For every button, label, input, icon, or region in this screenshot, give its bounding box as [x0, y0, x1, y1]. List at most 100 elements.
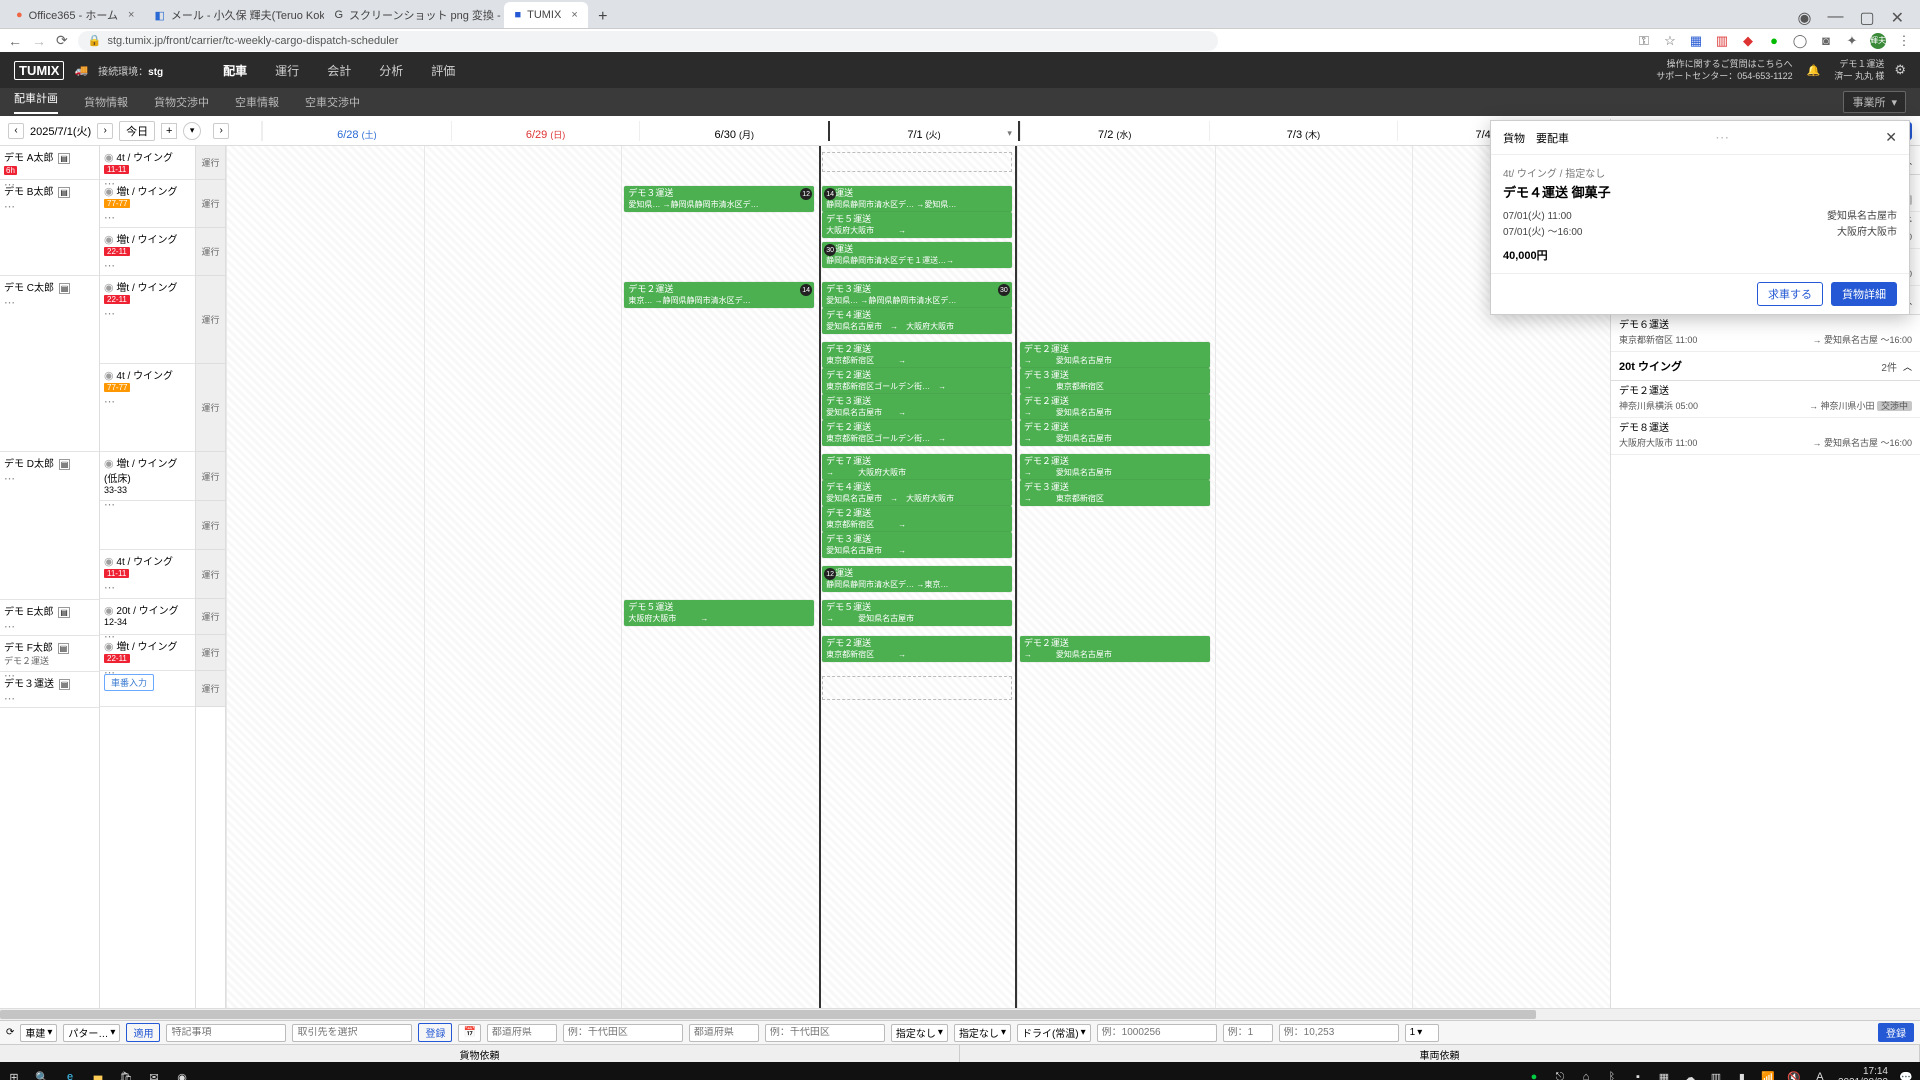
- check-icon[interactable]: ◉: [104, 282, 114, 294]
- more-icon[interactable]: ⋯: [104, 259, 191, 272]
- city-input-2[interactable]: [765, 1024, 885, 1042]
- partner-input[interactable]: [292, 1024, 412, 1042]
- horizontal-scrollbar[interactable]: [0, 1008, 1920, 1020]
- cargo-block[interactable]: デモ５運送→ 愛知県名古屋市: [822, 600, 1012, 626]
- new-tab-button[interactable]: +: [592, 6, 614, 28]
- key-icon[interactable]: ⚿: [1636, 33, 1652, 49]
- bell-icon[interactable]: 🔔: [1807, 64, 1821, 77]
- city-input-1[interactable]: [563, 1024, 683, 1042]
- nav-analysis[interactable]: 分析: [379, 62, 403, 79]
- volume-icon[interactable]: 🔇: [1786, 1071, 1802, 1080]
- ext-icon[interactable]: ◯: [1792, 33, 1808, 49]
- office-dropdown[interactable]: 事業所▾: [1843, 91, 1906, 113]
- more-icon[interactable]: ⋯: [4, 620, 95, 633]
- cargo-block[interactable]: デモ２運送→ 愛知県名古屋市: [1020, 454, 1210, 480]
- tab-office365[interactable]: ●Office365 - ホーム×: [6, 2, 144, 28]
- pdf-icon[interactable]: ▥: [1714, 33, 1730, 49]
- check-icon[interactable]: ◉: [104, 370, 114, 382]
- cargo-block[interactable]: ３運送静岡県静岡市清水区デ… →東京…12: [822, 566, 1012, 592]
- submit-button[interactable]: 登録: [1878, 1023, 1914, 1042]
- tab-tumix[interactable]: ■TUMIX×: [504, 2, 587, 28]
- more-icon[interactable]: ⋯: [104, 211, 191, 224]
- scroll-right-button[interactable]: ›: [213, 123, 229, 139]
- more-icon[interactable]: ⋯: [104, 307, 191, 320]
- clock[interactable]: 17:142021/08/22: [1838, 1066, 1888, 1080]
- date-column[interactable]: 6/29 (日): [451, 121, 640, 141]
- cargo-block[interactable]: デモ２運送東京都新宿区 →: [822, 342, 1012, 368]
- bottom-tab-vehicle[interactable]: 車両依頼: [960, 1045, 1920, 1062]
- subnav-plan[interactable]: 配車計画: [14, 90, 58, 114]
- star-icon[interactable]: ☆: [1662, 33, 1678, 49]
- dropdown-button[interactable]: ▾: [183, 122, 201, 140]
- cargo-block[interactable]: デモ７運送→ 大阪府大阪市: [822, 454, 1012, 480]
- cargo-block[interactable]: デモ２運送東京都新宿区 →: [822, 636, 1012, 662]
- cargo-block[interactable]: デモ４運送愛知県名古屋市 → 大阪府大阪市: [822, 480, 1012, 506]
- nav-accounting[interactable]: 会計: [327, 62, 351, 79]
- reload-button[interactable]: ⟳: [56, 32, 68, 49]
- cargo-block[interactable]: ２運送静岡県静岡市清水区デ… →愛知県…14: [822, 186, 1012, 212]
- more-icon[interactable]: ⋯: [104, 395, 191, 408]
- more-icon[interactable]: ⋯: [4, 472, 95, 485]
- cargo-block[interactable]: デモ３運送愛知県名古屋市 →: [822, 394, 1012, 420]
- cargo-block[interactable]: デモ２運送→ 愛知県名古屋市: [1020, 394, 1210, 420]
- tray-icon[interactable]: ●: [1526, 1071, 1542, 1080]
- apply-button[interactable]: 適用: [126, 1023, 160, 1042]
- camera-icon[interactable]: ◙: [1818, 33, 1834, 49]
- bottom-tab-cargo[interactable]: 貨物依頼: [0, 1045, 960, 1062]
- forward-button[interactable]: →: [32, 33, 46, 49]
- reload-icon[interactable]: ⟳: [6, 1027, 14, 1038]
- cargo-block[interactable]: デモ２運送東京都新宿区ゴールデン街… →: [822, 420, 1012, 446]
- nav-dispatch[interactable]: 配車: [223, 62, 247, 79]
- tray-icon[interactable]: ▥: [1708, 1071, 1724, 1080]
- cargo-group-header[interactable]: 20t ウイング2件︿: [1611, 352, 1920, 381]
- more-icon[interactable]: ⋯: [4, 200, 95, 213]
- line-icon[interactable]: ●: [1766, 33, 1782, 49]
- cargo-list-item[interactable]: デモ６運送東京都新宿区 11:00→ 愛知県名古屋 ～16:00: [1611, 315, 1920, 352]
- tab-google[interactable]: Gスクリーンショット png 変換 - Googl×: [324, 2, 504, 28]
- cargo-block[interactable]: デモ２運送東京都新宿区ゴールデン街… →: [822, 368, 1012, 394]
- cargo-block[interactable]: デモ３運送→ 東京都新宿区: [1020, 480, 1210, 506]
- cargo-block[interactable]: デモ２運送東京都新宿区 →: [822, 506, 1012, 532]
- tray-icon[interactable]: ⎋: [1552, 1071, 1568, 1080]
- cargo-block[interactable]: デモ３運送→ 東京都新宿区: [1020, 368, 1210, 394]
- cargo-block[interactable]: デモ５運送大阪府大阪市 →: [624, 600, 814, 626]
- empty-slot[interactable]: [822, 676, 1012, 700]
- puzzle-icon[interactable]: ✦: [1844, 33, 1860, 49]
- subnav-empty-info[interactable]: 空車情報: [235, 94, 279, 110]
- minimize-button[interactable]: —: [1827, 8, 1843, 28]
- more-icon[interactable]: ⋯: [4, 296, 95, 309]
- empty-slot[interactable]: [822, 152, 1012, 172]
- bluetooth-icon[interactable]: ᛒ: [1604, 1071, 1620, 1080]
- today-button[interactable]: 今日: [119, 121, 155, 141]
- nav-evaluation[interactable]: 評価: [431, 62, 455, 79]
- subnav-empty-nego[interactable]: 空車交渉中: [305, 94, 360, 110]
- select-3[interactable]: 指定なし ▾: [891, 1024, 948, 1042]
- cargo-block[interactable]: デモ２運送→ 愛知県名古屋市: [1020, 342, 1210, 368]
- cargo-block[interactable]: デモ２運送→ 愛知県名古屋市: [1020, 420, 1210, 446]
- cargo-block[interactable]: デモ３運送愛知県… →静岡県静岡市清水区デ…30: [822, 282, 1012, 308]
- url-input[interactable]: 🔒 stg.tumix.jp/front/carrier/tc-weekly-c…: [78, 31, 1218, 51]
- register-button-1[interactable]: 登録: [418, 1023, 452, 1042]
- gear-icon[interactable]: ⚙: [1894, 62, 1906, 78]
- cargo-list-item[interactable]: デモ２運送神奈川県横浜 05:00→ 神奈川県小田 交渉中: [1611, 381, 1920, 418]
- more-icon[interactable]: ⋯: [104, 581, 191, 594]
- schedule-grid[interactable]: デモ３運送愛知県… →静岡県静岡市清水区デ…12２運送静岡県静岡市清水区デ… →…: [226, 146, 1610, 1008]
- battery-icon[interactable]: ▮: [1734, 1071, 1750, 1080]
- check-icon[interactable]: ◉: [104, 605, 114, 617]
- record-icon[interactable]: ◉: [1798, 8, 1812, 28]
- close-button[interactable]: ✕: [1891, 8, 1904, 28]
- cargo-list-item[interactable]: デモ８運送大阪府大阪市 11:00→ 愛知県名古屋 ～16:00: [1611, 418, 1920, 455]
- edge-icon[interactable]: e: [62, 1071, 78, 1080]
- date-input[interactable]: 📅: [458, 1024, 480, 1042]
- tray-icon[interactable]: ⌂: [1578, 1071, 1594, 1080]
- vehicle-input-button[interactable]: 車番入力: [104, 674, 154, 691]
- num-input-3[interactable]: [1279, 1024, 1399, 1042]
- date-column[interactable]: 6/30 (月): [639, 121, 828, 141]
- cargo-block[interactable]: デモ２運送→ 愛知県名古屋市: [1020, 636, 1210, 662]
- tray-icon[interactable]: ☁: [1682, 1071, 1698, 1080]
- select-5[interactable]: ドライ(常温) ▾: [1017, 1024, 1091, 1042]
- more-icon[interactable]: ⋯: [1715, 129, 1729, 146]
- ext-icon[interactable]: ▦: [1688, 33, 1704, 49]
- num-input-2[interactable]: [1223, 1024, 1273, 1042]
- avatar-icon[interactable]: 輝夫: [1870, 33, 1886, 49]
